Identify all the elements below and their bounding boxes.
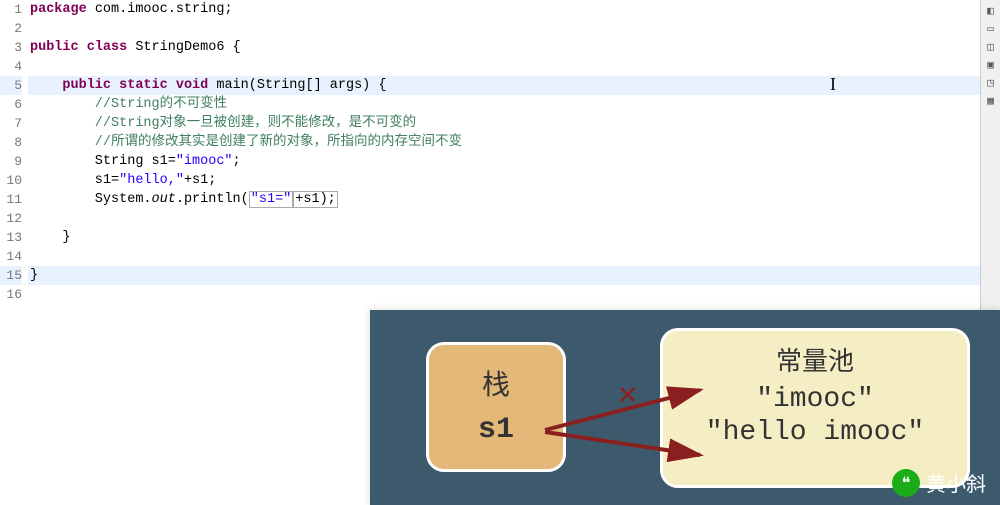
string-literal: "hello," bbox=[119, 173, 184, 188]
right-icon-bar: ◧ ▭ ◫ ▣ ◳ ▦ bbox=[980, 0, 1000, 330]
pool-title: 常量池 bbox=[663, 341, 967, 378]
method-sig: main(String[] args) { bbox=[208, 78, 386, 93]
comment: //String对象一旦被创建，则不能修改，是不可变的 bbox=[30, 116, 416, 131]
keyword-class: class bbox=[87, 40, 128, 55]
toolbar-icon[interactable]: ◳ bbox=[984, 76, 998, 90]
line-num: 9 bbox=[0, 152, 22, 171]
keyword-void: void bbox=[176, 78, 208, 93]
toolbar-icon[interactable]: ▣ bbox=[984, 58, 998, 72]
string-literal: "s1=" bbox=[249, 191, 294, 208]
keyword-package: package bbox=[30, 2, 87, 17]
cross-icon: ✕ bbox=[618, 374, 637, 414]
line-num: 15 bbox=[0, 266, 22, 285]
line-num: 6 bbox=[0, 95, 22, 114]
memory-diagram: 栈 s1 常量池 "imooc" "hello imooc" ✕ ❝ 黄小斜 bbox=[370, 310, 1000, 505]
line-num: 11 bbox=[0, 190, 22, 209]
comment: //所谓的修改其实是创建了新的对象，所指向的内存空间不变 bbox=[30, 135, 462, 150]
string-literal: "imooc" bbox=[176, 154, 233, 169]
brace: } bbox=[30, 268, 38, 283]
code-area[interactable]: package com.imooc.string; public class S… bbox=[28, 0, 980, 304]
line-num: 7 bbox=[0, 114, 22, 133]
wechat-icon: ❝ bbox=[892, 469, 920, 497]
code-text: System. bbox=[30, 192, 152, 207]
stack-box: 栈 s1 bbox=[426, 342, 566, 472]
code-editor[interactable]: 1 2 3 4 5 6 7 8 9 10 11 12 13 14 15 16 p… bbox=[0, 0, 980, 304]
line-num: 1 bbox=[0, 0, 22, 19]
watermark: ❝ 黄小斜 bbox=[892, 468, 986, 497]
class-decl: StringDemo6 { bbox=[127, 40, 240, 55]
comment: //String的不可变性 bbox=[30, 97, 227, 112]
code-text: .println( bbox=[176, 192, 249, 207]
code-text: String s1= bbox=[30, 154, 176, 169]
line-num: 3 bbox=[0, 38, 22, 57]
line-num: 14 bbox=[0, 247, 22, 266]
line-num: 13 bbox=[0, 228, 22, 247]
code-text: s1= bbox=[30, 173, 119, 188]
line-num: 12 bbox=[0, 209, 22, 228]
code-text: ; bbox=[233, 154, 241, 169]
text-cursor-icon: I bbox=[830, 74, 836, 95]
watermark-text: 黄小斜 bbox=[926, 468, 986, 497]
line-gutter: 1 2 3 4 5 6 7 8 9 10 11 12 13 14 15 16 bbox=[0, 0, 28, 304]
toolbar-icon[interactable]: ▭ bbox=[984, 22, 998, 36]
pool-value: "hello imooc" bbox=[663, 417, 967, 448]
keyword-public: public bbox=[62, 78, 111, 93]
line-num: 5 bbox=[0, 76, 22, 95]
pool-value: "imooc" bbox=[663, 384, 967, 415]
keyword-public: public bbox=[30, 40, 79, 55]
toolbar-icon[interactable]: ▦ bbox=[984, 94, 998, 108]
line-num: 2 bbox=[0, 19, 22, 38]
stack-var: s1 bbox=[429, 413, 563, 447]
line-num: 8 bbox=[0, 133, 22, 152]
package-name: com.imooc.string; bbox=[87, 2, 233, 17]
brace: } bbox=[30, 230, 71, 245]
line-num: 10 bbox=[0, 171, 22, 190]
toolbar-icon[interactable]: ◫ bbox=[984, 40, 998, 54]
toolbar-icon[interactable]: ◧ bbox=[984, 4, 998, 18]
code-text: +s1); bbox=[293, 191, 338, 208]
keyword-static: static bbox=[119, 78, 168, 93]
code-text: +s1; bbox=[184, 173, 216, 188]
line-num: 4 bbox=[0, 57, 22, 76]
constant-pool-box: 常量池 "imooc" "hello imooc" bbox=[660, 328, 970, 488]
stack-title: 栈 bbox=[429, 363, 563, 403]
static-field: out bbox=[152, 192, 176, 207]
line-num: 16 bbox=[0, 285, 22, 304]
